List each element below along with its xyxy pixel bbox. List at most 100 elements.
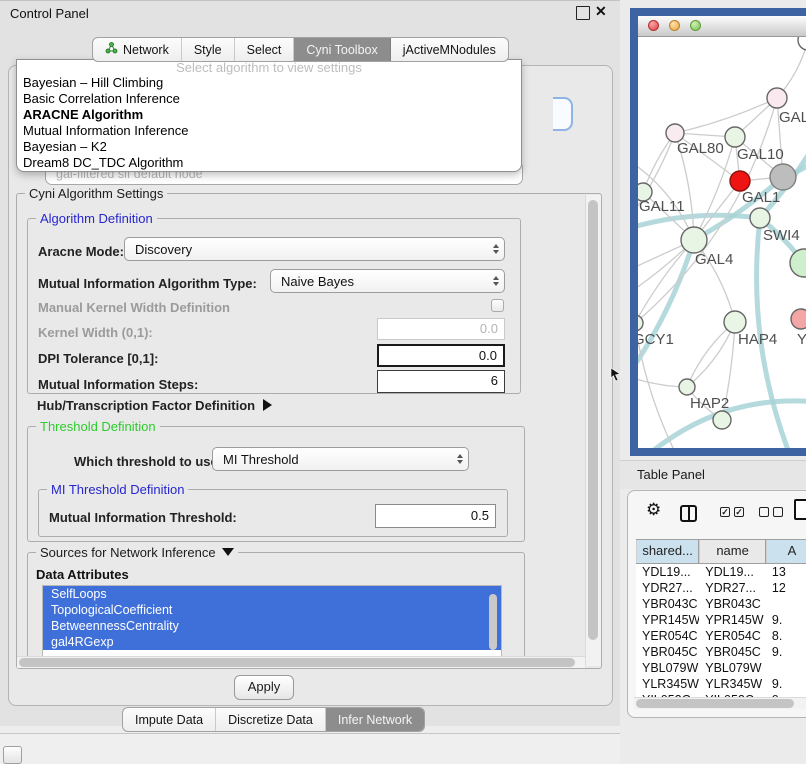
bottom-tabs: Impute DataDiscretize DataInfer Network bbox=[122, 707, 425, 732]
sources-group: Sources for Network Inference Data Attri… bbox=[27, 552, 525, 660]
bottom-tab-infer-network[interactable]: Infer Network bbox=[326, 708, 424, 731]
node-top[interactable] bbox=[798, 36, 806, 50]
node-gal1[interactable] bbox=[730, 171, 750, 191]
screen: { "colors": { "accent_blue_title": "#262… bbox=[0, 0, 806, 762]
node-gray[interactable] bbox=[770, 164, 796, 190]
manual-kernel-checkbox[interactable] bbox=[491, 299, 504, 312]
table-cell: 13 bbox=[766, 564, 806, 580]
tab-cyni-toolbox[interactable]: Cyni Toolbox bbox=[294, 38, 390, 61]
table-row[interactable]: YBR045CYBR045C9. bbox=[636, 644, 806, 660]
algorithm-option-aracne-algorithm[interactable]: ARACNE Algorithm bbox=[17, 107, 521, 123]
algorithm-option-basic-correlation-inference[interactable]: Basic Correlation Inference bbox=[17, 91, 521, 107]
attribute-option-betweennesscentrality[interactable]: BetweennessCentrality bbox=[43, 618, 501, 634]
checked-checkbox-icon[interactable]: ✓ bbox=[734, 507, 744, 517]
zoom-traffic-light-icon[interactable] bbox=[690, 20, 701, 31]
data-attributes-list[interactable]: SelfLoopsTopologicalCoefficientBetweenne… bbox=[42, 585, 502, 659]
kernel-width-field[interactable]: 0.0 bbox=[377, 318, 505, 340]
table-row[interactable]: YPR145WYPR145W9. bbox=[636, 612, 806, 628]
table-cell: YLR345W bbox=[699, 676, 766, 692]
tab-style[interactable]: Style bbox=[182, 38, 235, 61]
network-canvas[interactable]: GALGAL80GAL10GAL1GAL11SWI4GAL4GCY1HAP4YH… bbox=[638, 36, 806, 448]
apply-button[interactable]: Apply bbox=[234, 675, 294, 700]
hub-definition-toggle[interactable]: Hub/Transcription Factor Definition bbox=[37, 398, 272, 413]
node-gal4[interactable] bbox=[681, 227, 707, 253]
node-label-gal11: GAL11 bbox=[639, 198, 685, 215]
collapse-down-icon[interactable] bbox=[222, 548, 234, 556]
table-row[interactable]: YLR345WYLR345W9. bbox=[636, 676, 806, 692]
tab-jactivemnodules[interactable]: jActiveMNodules bbox=[391, 38, 508, 61]
gear-icon[interactable]: ⚙ bbox=[646, 500, 661, 520]
table-row[interactable]: YDL19...YDL19...13 bbox=[636, 564, 806, 580]
node-galtop[interactable] bbox=[767, 88, 787, 108]
mi-steps-field[interactable]: 6 bbox=[377, 370, 505, 393]
table-row[interactable]: YBL079WYBL079W bbox=[636, 660, 806, 676]
sources-legend[interactable]: Sources for Network Inference bbox=[36, 545, 238, 560]
network-edge bbox=[643, 133, 675, 192]
tab-label: Network bbox=[123, 43, 169, 57]
expand-right-icon[interactable] bbox=[263, 399, 272, 411]
close-traffic-light-icon[interactable] bbox=[648, 20, 659, 31]
algorithm-definition-group: Algorithm Definition Aracne Mode: Discov… bbox=[27, 218, 521, 394]
attributes-scrollbar-thumb[interactable] bbox=[489, 594, 497, 650]
bottom-tab-discretize-data[interactable]: Discretize Data bbox=[216, 708, 326, 731]
unchecked-checkbox-icon[interactable] bbox=[759, 507, 769, 517]
table-cell: YBL079W bbox=[636, 660, 699, 676]
tab-select[interactable]: Select bbox=[235, 38, 295, 61]
node-hap2[interactable] bbox=[679, 379, 695, 395]
mi-threshold-field[interactable]: 0.5 bbox=[375, 504, 496, 528]
column-header-a[interactable]: A bbox=[766, 540, 806, 563]
table-row[interactable]: YER054CYER054C8. bbox=[636, 628, 806, 644]
mi-type-select[interactable]: Naive Bayes bbox=[270, 269, 505, 293]
algorithm-option-bayesian-k2[interactable]: Bayesian – K2 bbox=[17, 139, 521, 155]
tab-network[interactable]: Network bbox=[93, 38, 182, 61]
document-icon[interactable] bbox=[794, 499, 806, 520]
node-hap4[interactable] bbox=[724, 311, 746, 333]
unchecked-checkbox-icon[interactable] bbox=[773, 507, 783, 517]
table-cell: YDR27... bbox=[636, 580, 699, 596]
table-cell: 9. bbox=[766, 612, 806, 628]
table-hscroll-thumb[interactable] bbox=[636, 699, 794, 708]
split-columns-icon[interactable] bbox=[680, 505, 697, 522]
bottom-tab-impute-data[interactable]: Impute Data bbox=[123, 708, 216, 731]
close-icon[interactable]: ✕ bbox=[595, 3, 607, 15]
node-biggreen[interactable] bbox=[790, 249, 806, 277]
node-pinkright[interactable] bbox=[791, 309, 806, 329]
node-label-swi4: SWI4 bbox=[763, 227, 800, 244]
table-cell: YBR043C bbox=[699, 596, 766, 612]
attribute-option-gal4rgexp[interactable]: gal4RGexp bbox=[43, 634, 501, 650]
network-window-titlebar bbox=[638, 16, 806, 37]
collapsed-panel-button[interactable] bbox=[3, 746, 22, 764]
node-table: shared...nameA YDL19...YDL19...13YDR27..… bbox=[636, 539, 806, 698]
attribute-option-selfloops[interactable]: SelfLoops bbox=[43, 586, 501, 602]
node-gal10[interactable] bbox=[725, 127, 745, 147]
aracne-mode-select[interactable]: Discovery bbox=[124, 237, 505, 261]
settings-vertical-scrollbar[interactable] bbox=[585, 195, 601, 666]
table-cell bbox=[766, 660, 806, 676]
node-label-pinkright: Y bbox=[797, 331, 806, 348]
threshold-definition-group: Threshold Definition Which threshold to … bbox=[27, 426, 525, 542]
control-panel-window: Control Panel ✕ Network StyleSelectCyni T… bbox=[0, 0, 621, 726]
table-cell: YDR27... bbox=[699, 580, 766, 596]
settings-hscroll-thumb[interactable] bbox=[19, 658, 575, 667]
minimize-traffic-light-icon[interactable] bbox=[669, 20, 680, 31]
float-window-icon[interactable] bbox=[576, 6, 590, 20]
control-panel-titlebar: Control Panel ✕ bbox=[0, 1, 620, 27]
algorithm-option-mutual-information-inference[interactable]: Mutual Information Inference bbox=[17, 123, 521, 139]
node-label-gal4: GAL4 bbox=[695, 251, 733, 268]
dpi-tolerance-field[interactable]: 0.0 bbox=[377, 344, 505, 367]
table-horizontal-scrollbar[interactable] bbox=[634, 697, 806, 709]
table-row[interactable]: YBR043CYBR043C bbox=[636, 596, 806, 612]
attribute-option-topologicalcoefficient[interactable]: TopologicalCoefficient bbox=[43, 602, 501, 618]
node-bgreen2[interactable] bbox=[713, 411, 731, 429]
settings-horizontal-scrollbar[interactable] bbox=[17, 656, 585, 668]
table-cell: YER054C bbox=[636, 628, 699, 644]
column-header-shared-[interactable]: shared... bbox=[636, 540, 699, 563]
checked-checkbox-icon[interactable]: ✓ bbox=[720, 507, 730, 517]
settings-vscroll-thumb[interactable] bbox=[588, 200, 598, 640]
node-swi4[interactable] bbox=[750, 208, 770, 228]
column-header-name[interactable]: name bbox=[699, 540, 766, 563]
algorithm-option-bayesian-hill-climbing[interactable]: Bayesian – Hill Climbing bbox=[17, 75, 521, 91]
table-row[interactable]: YDR27...YDR27...12 bbox=[636, 580, 806, 596]
which-threshold-select[interactable]: MI Threshold bbox=[212, 447, 469, 471]
algorithm-option-dream8-dc-tdc-algorithm[interactable]: Dream8 DC_TDC Algorithm bbox=[17, 155, 521, 171]
